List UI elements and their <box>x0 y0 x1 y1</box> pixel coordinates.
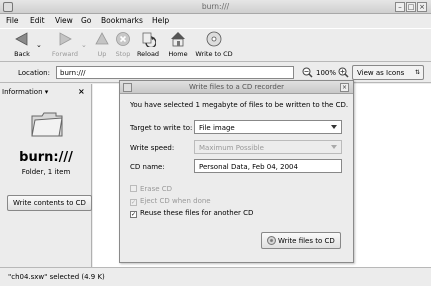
write-to-cd-button[interactable]: Write to CD <box>192 31 236 58</box>
back-label: Back <box>14 50 30 58</box>
folder-icon <box>31 112 63 137</box>
target-select[interactable]: File image <box>194 120 342 134</box>
menu-edit[interactable]: Edit <box>30 16 45 25</box>
write-files-to-cd-button[interactable]: Write files to CD <box>261 232 341 249</box>
menu-help[interactable]: Help <box>152 16 169 25</box>
forward-label: Forward <box>51 50 79 58</box>
reuse-files-label: Reuse these files for another CD <box>140 209 254 217</box>
forward-button[interactable]: Forward <box>48 31 82 58</box>
up-label: Up <box>97 50 107 58</box>
toolbar: Back ⌄ Forward ⌄ Up Stop Reload Home Wri… <box>0 28 431 62</box>
view-as-select[interactable]: View as Icons ⇅ <box>352 65 424 80</box>
write-files-label: Write files to CD <box>278 237 335 245</box>
home-label: Home <box>168 50 188 58</box>
dialog-title: Write files to a CD recorder <box>188 83 285 91</box>
status-bar: "ch04.sxw" selected (4.9 K) <box>0 267 431 286</box>
chevron-down-icon: ▾ <box>44 88 49 96</box>
dialog-message: You have selected 1 megabyte of files to… <box>130 101 349 109</box>
eject-cd-checkbox[interactable]: ✓ Eject CD when done <box>130 197 211 206</box>
stop-icon <box>116 32 130 46</box>
reload-button[interactable]: Reload <box>135 31 161 58</box>
up-arrow-icon <box>95 32 109 45</box>
menu-go[interactable]: Go <box>81 16 91 25</box>
menu-bookmarks[interactable]: Bookmarks <box>101 16 143 25</box>
back-arrow-icon <box>15 32 28 46</box>
location-input[interactable]: burn:/// <box>56 66 294 79</box>
forward-history-chevron-icon[interactable]: ⌄ <box>81 41 87 49</box>
write-contents-to-cd-button[interactable]: Write contents to CD <box>7 195 92 211</box>
close-button[interactable]: × <box>417 2 427 12</box>
check-icon: ✓ <box>130 199 137 206</box>
cd-name-input[interactable]: Personal Data, Feb 04, 2004 <box>194 159 342 173</box>
location-label: Location: <box>18 69 50 77</box>
zoom-out-icon[interactable] <box>302 67 313 78</box>
check-icon: ✓ <box>130 211 137 218</box>
checkbox-box <box>130 185 137 192</box>
back-button[interactable]: Back <box>8 31 36 58</box>
write-to-cd-dialog: Write files to a CD recorder × You have … <box>119 80 354 263</box>
target-label: Target to write to: <box>130 124 193 132</box>
dialog-close-button[interactable]: × <box>340 83 349 92</box>
zoom-in-icon[interactable] <box>338 67 349 78</box>
forward-arrow-icon <box>59 32 72 46</box>
zoom-level[interactable]: 100% <box>316 69 336 77</box>
up-button[interactable]: Up <box>92 31 112 58</box>
sidebar-header-label: Information <box>2 88 43 96</box>
erase-cd-label: Erase CD <box>140 185 173 193</box>
dialog-titlebar: Write files to a CD recorder × <box>120 81 353 94</box>
maximize-button[interactable]: □ <box>406 2 416 12</box>
cd-burn-icon <box>267 236 276 245</box>
window-titlebar: burn:/// – □ × <box>0 0 431 14</box>
reuse-files-checkbox[interactable]: ✓ Reuse these files for another CD <box>130 209 253 218</box>
eject-cd-label: Eject CD when done <box>140 197 211 205</box>
cd-name-label: CD name: <box>130 163 165 171</box>
home-icon <box>171 32 185 47</box>
view-as-label: View as Icons <box>357 69 405 77</box>
cd-icon <box>206 31 222 47</box>
write-to-cd-label: Write to CD <box>195 50 233 58</box>
stop-button[interactable]: Stop <box>112 31 134 58</box>
back-history-chevron-icon[interactable]: ⌄ <box>36 41 42 49</box>
menu-file[interactable]: File <box>6 16 19 25</box>
menu-view[interactable]: View <box>55 16 73 25</box>
speed-label: Write speed: <box>130 144 175 152</box>
sidebar-close-icon[interactable]: × <box>78 87 85 96</box>
home-button[interactable]: Home <box>166 31 190 58</box>
status-text: "ch04.sxw" selected (4.9 K) <box>8 273 105 281</box>
select-arrows-icon: ⇅ <box>415 69 421 76</box>
stop-label: Stop <box>115 50 131 58</box>
sidebar-header[interactable]: Information ▾ <box>2 88 48 96</box>
reload-label: Reload <box>136 50 160 58</box>
menu-bar: File Edit View Go Bookmarks Help <box>0 14 431 28</box>
speed-select[interactable]: Maximum Possible <box>194 140 342 154</box>
erase-cd-checkbox[interactable]: Erase CD <box>130 185 172 193</box>
window-title: burn:/// <box>201 2 230 11</box>
sidebar-subtitle: Folder, 1 item <box>21 168 71 176</box>
information-sidebar: Information ▾ × burn:/// Folder, 1 item <box>0 84 92 267</box>
minimize-button[interactable]: – <box>395 2 405 12</box>
reload-icon <box>142 32 156 47</box>
sidebar-title: burn:/// <box>19 150 73 165</box>
